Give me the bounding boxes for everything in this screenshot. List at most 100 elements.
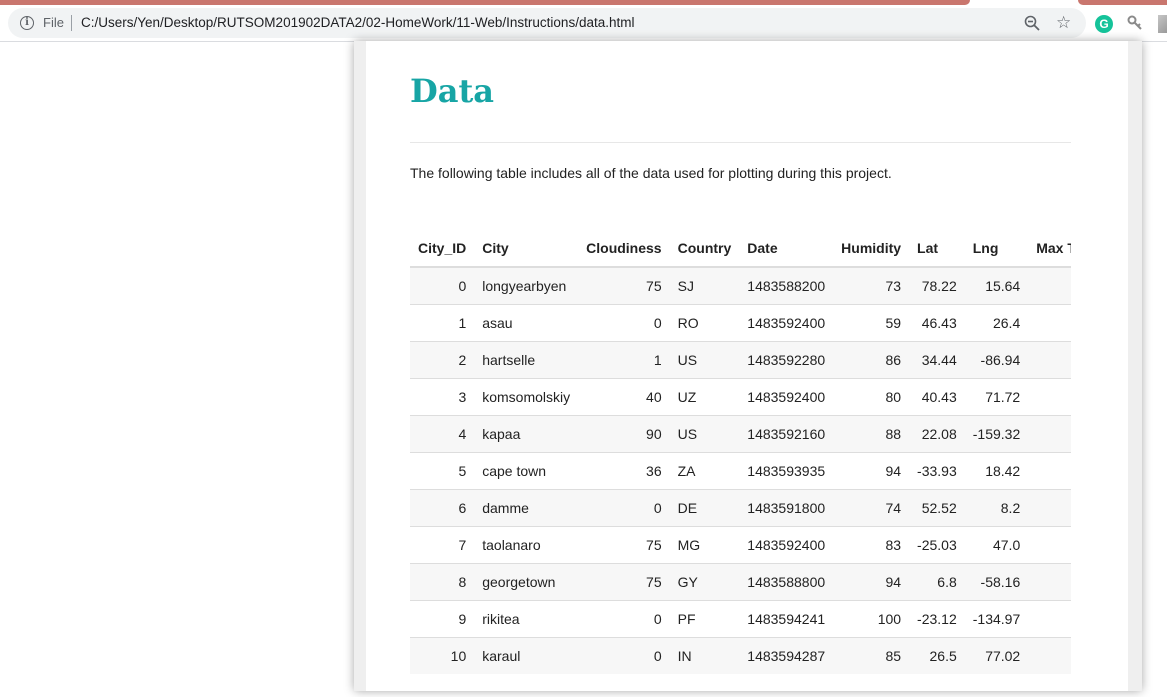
- table-cell: 80: [833, 377, 910, 415]
- info-icon[interactable]: i: [20, 16, 34, 30]
- table-cell: MG: [669, 525, 740, 563]
- table-cell: 75: [578, 562, 670, 600]
- table-row: 1 asau 0 RO 1483592400 59 46.43 26.4: [410, 303, 1071, 341]
- table-cell: -86.94: [964, 340, 1029, 378]
- table-cell: 7: [1028, 599, 1071, 637]
- active-tab-edge[interactable]: [0, 0, 970, 5]
- table-cell: -25.03: [909, 525, 965, 563]
- file-label: File: [43, 15, 64, 30]
- table-cell: 8: [410, 562, 475, 600]
- table-row: 5cape town36ZA148359393594-33.9318.427: [410, 451, 1071, 489]
- table-cell: PF: [669, 599, 740, 637]
- table-cell: 100: [833, 599, 910, 637]
- table-cell: [1028, 488, 1071, 526]
- card-gutter-right: [1128, 41, 1142, 691]
- column-header: Lng: [964, 215, 1029, 268]
- table-cell: 1483594287: [739, 636, 834, 674]
- column-header: Humidity: [833, 215, 910, 268]
- table-row: 6 damme 0 DE 1483591800 74 52.52 8.2: [410, 488, 1071, 526]
- table-cell: ZA: [669, 451, 740, 489]
- table-cell: US: [669, 340, 740, 378]
- table-cell: 94: [833, 451, 910, 489]
- table-cell: 75: [578, 266, 670, 304]
- table-header-row: City_ID City Cloudiness Country Date Humidity…: [410, 215, 1071, 268]
- table-cell: 0: [578, 599, 670, 637]
- data-table: City_ID City Cloudiness Country Date Humidity…: [410, 215, 1071, 674]
- table-cell: 75: [578, 525, 670, 563]
- table-cell: 46.43: [909, 303, 965, 341]
- table-cell: 77.02: [964, 636, 1029, 674]
- tab-edge[interactable]: [1078, 0, 1167, 5]
- table-cell: -33.93: [909, 451, 965, 489]
- key-extension-icon[interactable]: [1127, 15, 1145, 33]
- column-header: City_ID: [410, 215, 475, 268]
- main-content: Data The following table includes all of…: [410, 41, 1071, 691]
- table-cell: damme: [474, 488, 579, 526]
- table-cell: -58.16: [964, 562, 1029, 600]
- table-cell: 0: [578, 488, 670, 526]
- table-row: 2 hartselle 1 US 1483592280 86 34.44 -86.94: [410, 340, 1071, 378]
- table-cell: 40.43: [909, 377, 965, 415]
- table-cell: 74: [833, 488, 910, 526]
- table-cell: 7: [1028, 451, 1071, 489]
- table-cell: 1483594241: [739, 599, 834, 637]
- table-cell: 7: [410, 525, 475, 563]
- table-row: 10karaul0IN14835942878526.577.027: [410, 636, 1071, 674]
- card-gutter-left: [354, 41, 366, 691]
- intro-text: The following table includes all of the …: [410, 165, 892, 181]
- table-cell: 86: [833, 340, 910, 378]
- table-cell: 1: [410, 303, 475, 341]
- table-cell: 9: [410, 599, 475, 637]
- table-cell: 71.72: [964, 377, 1029, 415]
- table-cell: 90: [578, 414, 670, 452]
- table-cell: 5: [410, 451, 475, 489]
- table-row: 3 komsomolskiy 40 UZ 1483592400 80 40.43 71.72: [410, 377, 1071, 415]
- table-cell: taolanaro: [474, 525, 579, 563]
- table-cell: kapaa: [474, 414, 579, 452]
- table-cell: 15.64: [964, 266, 1029, 304]
- table-cell: 18.42: [964, 451, 1029, 489]
- table-cell: 22.08: [909, 414, 965, 452]
- table-row: 4 kapaa 90 US 1483592160 88 22.08 -159.32: [410, 414, 1071, 452]
- grammarly-extension-icon[interactable]: G: [1095, 15, 1113, 33]
- table-row: 0 longyearbyen 75 SJ 1483588200 73 78.22 15.64: [410, 266, 1071, 304]
- table-cell: rikitea: [474, 599, 579, 637]
- table-cell: 3: [410, 377, 475, 415]
- table-cell: 85: [833, 636, 910, 674]
- table-cell: 6: [410, 488, 475, 526]
- table-cell: [1028, 562, 1071, 600]
- table-cell: [1028, 340, 1071, 378]
- key-icon: [1127, 15, 1142, 30]
- table-body: 0 longyearbyen 75 SJ 1483588200 73 78.22 15.64 1…: [410, 266, 1071, 674]
- table-cell: 1483592280: [739, 340, 834, 378]
- table-cell: [1028, 377, 1071, 415]
- column-header: Cloudiness: [578, 215, 670, 268]
- bookmark-star-icon[interactable]: ☆: [1056, 13, 1071, 33]
- table-cell: -134.97: [964, 599, 1029, 637]
- divider: [71, 15, 72, 31]
- table-cell: 4: [410, 414, 475, 452]
- table-cell: 26.5: [909, 636, 965, 674]
- zoom-out-icon[interactable]: [1024, 15, 1040, 31]
- table-cell: UZ: [669, 377, 740, 415]
- table-cell: 1483592160: [739, 414, 834, 452]
- table-cell: 1483592400: [739, 525, 834, 563]
- table-cell: 0: [410, 266, 475, 304]
- browser-toolbar: i File C:/Users/Yen/Desktop/RUTSOM201902…: [0, 6, 1167, 42]
- table-cell: karaul: [474, 636, 579, 674]
- table-cell: 1483588200: [739, 266, 834, 304]
- table-cell: 1483592400: [739, 377, 834, 415]
- table-cell: 26.4: [964, 303, 1029, 341]
- extension-icon-partial[interactable]: [1158, 15, 1167, 33]
- column-header: Country: [669, 215, 740, 268]
- column-header: Date: [739, 215, 834, 268]
- table-cell: [1028, 414, 1071, 452]
- table-cell: hartselle: [474, 340, 579, 378]
- table-cell: IN: [669, 636, 740, 674]
- table-cell: 10: [410, 636, 475, 674]
- table-cell: 94: [833, 562, 910, 600]
- table-cell: -159.32: [964, 414, 1029, 452]
- address-bar[interactable]: i File C:/Users/Yen/Desktop/RUTSOM201902…: [8, 8, 1086, 38]
- url-text[interactable]: C:/Users/Yen/Desktop/RUTSOM201902DATA2/0…: [81, 15, 634, 30]
- table-cell: cape town: [474, 451, 579, 489]
